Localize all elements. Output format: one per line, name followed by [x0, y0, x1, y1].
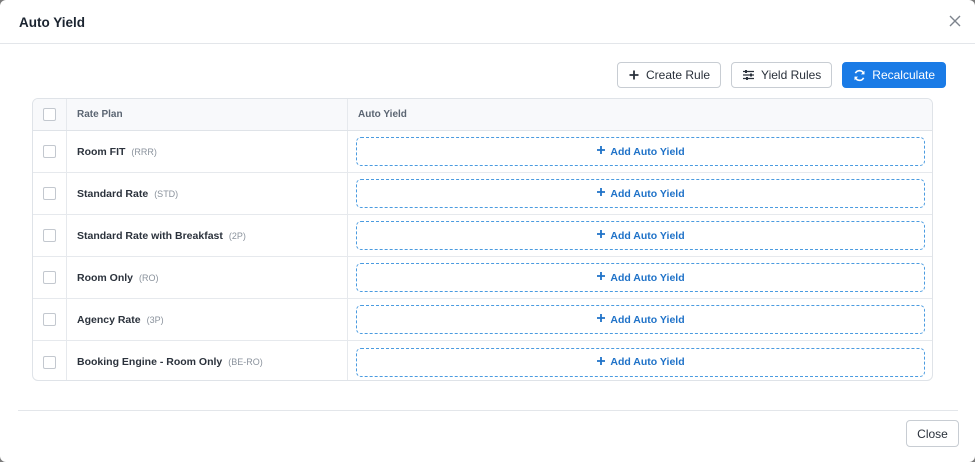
rate-plan-code: (3P): [146, 314, 164, 325]
table-row: Standard Rate (STD) Add Auto Yield: [33, 173, 932, 215]
rate-plan-code: (2P): [228, 230, 246, 241]
rate-plan-code: (RO): [139, 272, 159, 283]
add-auto-yield-button[interactable]: Add Auto Yield: [356, 221, 925, 250]
modal-header: Auto Yield: [0, 0, 975, 44]
rate-plan-name: Standard Rate with Breakfast: [77, 229, 223, 242]
modal-title: Auto Yield: [19, 15, 86, 30]
auto-yield-modal: Auto Yield Create Rule Yield Rules Recal…: [0, 0, 975, 462]
table-header: Rate Plan Auto Yield: [33, 99, 932, 131]
table-row: Standard Rate with Breakfast (2P) Add Au…: [33, 215, 932, 257]
plus-icon: [596, 145, 606, 158]
rate-plan-name: Room FIT: [77, 145, 126, 158]
footer-divider: [18, 410, 958, 411]
table-row: Room Only (RO) Add Auto Yield: [33, 257, 932, 299]
plus-icon: [596, 313, 606, 326]
rate-plan-name: Standard Rate: [77, 187, 149, 200]
add-auto-yield-button[interactable]: Add Auto Yield: [356, 137, 925, 166]
plus-icon: [628, 69, 640, 81]
recalculate-button[interactable]: Recalculate: [842, 62, 946, 88]
column-header-auto-yield: Auto Yield: [358, 109, 407, 120]
rate-plan-name: Booking Engine - Room Only: [77, 356, 223, 368]
select-all-checkbox[interactable]: [43, 108, 56, 121]
add-auto-yield-button[interactable]: Add Auto Yield: [356, 263, 925, 292]
sliders-icon: [742, 69, 755, 81]
close-button[interactable]: Close: [906, 420, 959, 447]
plus-icon: [596, 356, 606, 369]
table-row: Agency Rate (3P) Add Auto Yield: [33, 299, 932, 341]
add-auto-yield-button[interactable]: Add Auto Yield: [356, 305, 925, 334]
add-auto-yield-label: Add Auto Yield: [610, 229, 685, 242]
rate-plan-code: (BE-RO): [228, 357, 263, 367]
table-row: Booking Engine - Room Only (BE-RO) Add A…: [33, 341, 932, 380]
row-checkbox[interactable]: [43, 187, 56, 200]
rate-plan-code: (RRR): [131, 146, 157, 157]
create-rule-label: Create Rule: [646, 68, 711, 82]
refresh-icon: [853, 69, 866, 82]
row-checkbox[interactable]: [43, 229, 56, 242]
recalculate-label: Recalculate: [872, 68, 935, 82]
rate-plan-table: Rate Plan Auto Yield Room FIT (RRR) Add …: [32, 98, 933, 381]
row-checkbox[interactable]: [43, 271, 56, 284]
toolbar: Create Rule Yield Rules Recalculate: [617, 62, 946, 88]
rate-plan-name: Agency Rate: [77, 313, 141, 326]
yield-rules-button[interactable]: Yield Rules: [731, 62, 833, 88]
row-checkbox[interactable]: [43, 313, 56, 326]
add-auto-yield-label: Add Auto Yield: [610, 271, 685, 284]
rate-plan-name: Room Only: [77, 271, 134, 284]
plus-icon: [596, 271, 606, 284]
add-auto-yield-label: Add Auto Yield: [610, 313, 685, 326]
plus-icon: [596, 187, 606, 200]
add-auto-yield-button[interactable]: Add Auto Yield: [356, 179, 925, 208]
plus-icon: [596, 229, 606, 242]
add-auto-yield-label: Add Auto Yield: [610, 356, 685, 368]
create-rule-button[interactable]: Create Rule: [617, 62, 722, 88]
add-auto-yield-button[interactable]: Add Auto Yield: [356, 347, 925, 377]
add-auto-yield-label: Add Auto Yield: [610, 145, 685, 158]
table-row: Room FIT (RRR) Add Auto Yield: [33, 131, 932, 173]
yield-rules-label: Yield Rules: [761, 68, 822, 82]
row-checkbox[interactable]: [43, 145, 56, 158]
rate-plan-code: (STD): [154, 188, 179, 199]
close-icon[interactable]: [946, 12, 964, 30]
column-header-rate-plan: Rate Plan: [77, 109, 123, 120]
row-checkbox[interactable]: [43, 355, 56, 369]
add-auto-yield-label: Add Auto Yield: [610, 187, 685, 200]
